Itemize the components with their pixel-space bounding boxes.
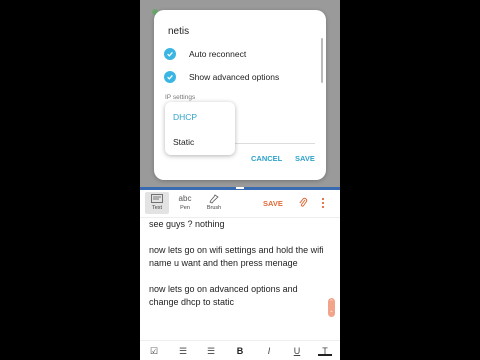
bold-icon[interactable]: B	[233, 346, 247, 356]
notes-app: Text abc Pen Brush SAVE see guys ? nothi…	[140, 190, 340, 360]
show-advanced-options-label: Show advanced options	[189, 72, 280, 82]
checkbox-checked-icon[interactable]	[164, 71, 176, 83]
split-handle-icon[interactable]	[236, 187, 244, 189]
tool-pen[interactable]: abc Pen	[173, 192, 197, 212]
brush-icon	[202, 192, 226, 204]
auto-reconnect-option[interactable]: Auto reconnect	[164, 48, 246, 60]
note-line: now lets go on wifi settings and hold th…	[149, 245, 324, 268]
dropdown-option-dhcp[interactable]: DHCP	[173, 112, 197, 122]
wifi-settings-panel: netis Auto reconnect Show advanced optio…	[140, 0, 340, 187]
text-color-icon[interactable]: T	[318, 346, 332, 356]
ip-settings-label: IP settings	[165, 94, 196, 101]
dialog-title: netis	[168, 26, 190, 37]
pen-icon: abc	[178, 193, 192, 203]
checkbox-icon[interactable]: ☑	[147, 346, 161, 356]
numbered-list-icon[interactable]: ☰	[204, 346, 218, 356]
note-line: see guys ? nothing	[149, 219, 225, 229]
show-advanced-options-option[interactable]: Show advanced options	[164, 71, 279, 83]
formatting-bar: ☑ ☰ ☰ B I U T	[140, 340, 340, 360]
scroll-handle[interactable]: ⌃ ⌄	[328, 298, 335, 317]
auto-reconnect-label: Auto reconnect	[189, 49, 247, 59]
notes-toolbar: Text abc Pen Brush SAVE	[140, 190, 340, 218]
tool-pen-label: Pen	[180, 205, 190, 211]
more-options-icon[interactable]	[321, 197, 325, 209]
save-button[interactable]: SAVE	[295, 154, 315, 163]
attach-icon[interactable]	[298, 197, 308, 209]
cancel-button[interactable]: CANCEL	[251, 154, 282, 163]
note-text-area[interactable]: see guys ? nothing now lets go on wifi s…	[149, 218, 329, 309]
tool-text[interactable]: Text	[145, 192, 169, 214]
phone-screen: netis Auto reconnect Show advanced optio…	[140, 0, 340, 360]
checkbox-checked-icon[interactable]	[164, 48, 176, 60]
tool-text-label: Text	[151, 205, 163, 211]
bullet-list-icon[interactable]: ☰	[176, 346, 190, 356]
dialog-scrollbar[interactable]	[321, 38, 323, 83]
underline-icon[interactable]: U	[290, 346, 304, 356]
tool-brush-label: Brush	[206, 205, 222, 211]
text-icon	[145, 192, 169, 204]
tool-brush[interactable]: Brush	[202, 192, 226, 211]
dropdown-option-static[interactable]: Static	[173, 137, 194, 147]
note-save-button[interactable]: SAVE	[263, 199, 283, 208]
ip-settings-dropdown[interactable]: DHCP Static	[165, 102, 235, 155]
italic-icon[interactable]: I	[262, 346, 276, 356]
note-line: now lets go on advanced options and chan…	[149, 284, 298, 307]
wifi-network-dialog: netis Auto reconnect Show advanced optio…	[154, 10, 326, 180]
